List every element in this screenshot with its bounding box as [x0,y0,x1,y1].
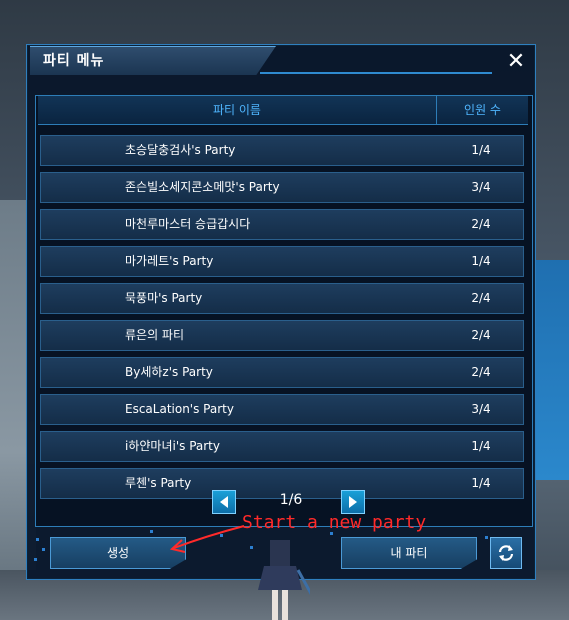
previous-page-button[interactable] [212,490,236,514]
party-row[interactable]: 존슨빌소세지콘소메맛's Party 3/4 [40,172,524,203]
party-member-count: 2/4 [471,328,491,342]
background-right-sign [533,260,569,480]
party-member-count: 2/4 [471,365,491,379]
party-row[interactable]: EscaLation's Party 3/4 [40,394,524,425]
party-member-count: 1/4 [471,439,491,453]
triangle-right-icon [349,496,357,508]
annotation-text: Start a new party [242,512,427,533]
party-member-count: 1/4 [471,143,491,157]
party-member-count: 2/4 [471,217,491,231]
refresh-button[interactable] [490,537,522,569]
party-member-count: 1/4 [471,254,491,268]
party-name: 류은의 파티 [125,328,185,342]
party-name: EscaLation's Party [125,402,234,416]
party-name: 루첸's Party [125,476,192,490]
column-header-party-name[interactable]: 파티 이름 [38,96,436,124]
next-page-button[interactable] [341,490,365,514]
party-name: i하얀마녀i's Party [125,439,220,453]
my-party-button[interactable]: 내 파티 [341,537,477,569]
page-indicator: 1/6 [279,492,303,508]
column-header-member-count[interactable]: 인원 수 [437,96,528,124]
party-list: 초승달충검사's Party 1/4 존슨빌소세지콘소메맛's Party 3/… [40,135,524,505]
party-member-count: 3/4 [471,402,491,416]
title-underline [260,72,492,74]
close-button[interactable]: ✕ [504,50,528,74]
party-name: By세하z's Party [125,365,213,379]
party-row[interactable]: By세하z's Party 2/4 [40,357,524,388]
triangle-left-icon [220,496,228,508]
window-title: 파티 메뉴 [43,53,105,69]
party-member-count: 2/4 [471,291,491,305]
player-character [258,540,310,620]
party-member-count: 3/4 [471,180,491,194]
party-row[interactable]: 초승달충검사's Party 1/4 [40,135,524,166]
party-name: 마가레트's Party [125,254,214,268]
party-name: 묵풍마's Party [125,291,203,305]
party-row[interactable]: 묵풍마's Party 2/4 [40,283,524,314]
party-row[interactable]: 류은의 파티 2/4 [40,320,524,351]
party-member-count: 1/4 [471,476,491,490]
party-row[interactable]: 마천루마스터 승급갑시다 2/4 [40,209,524,240]
refresh-icon [498,545,514,561]
party-name: 마천루마스터 승급갑시다 [125,217,251,231]
party-row[interactable]: 마가레트's Party 1/4 [40,246,524,277]
party-name: 존슨빌소세지콘소메맛's Party [125,180,280,194]
annotation-arrow-icon [169,525,245,553]
party-name: 초승달충검사's Party [125,143,236,157]
party-row[interactable]: i하얀마녀i's Party 1/4 [40,431,524,462]
